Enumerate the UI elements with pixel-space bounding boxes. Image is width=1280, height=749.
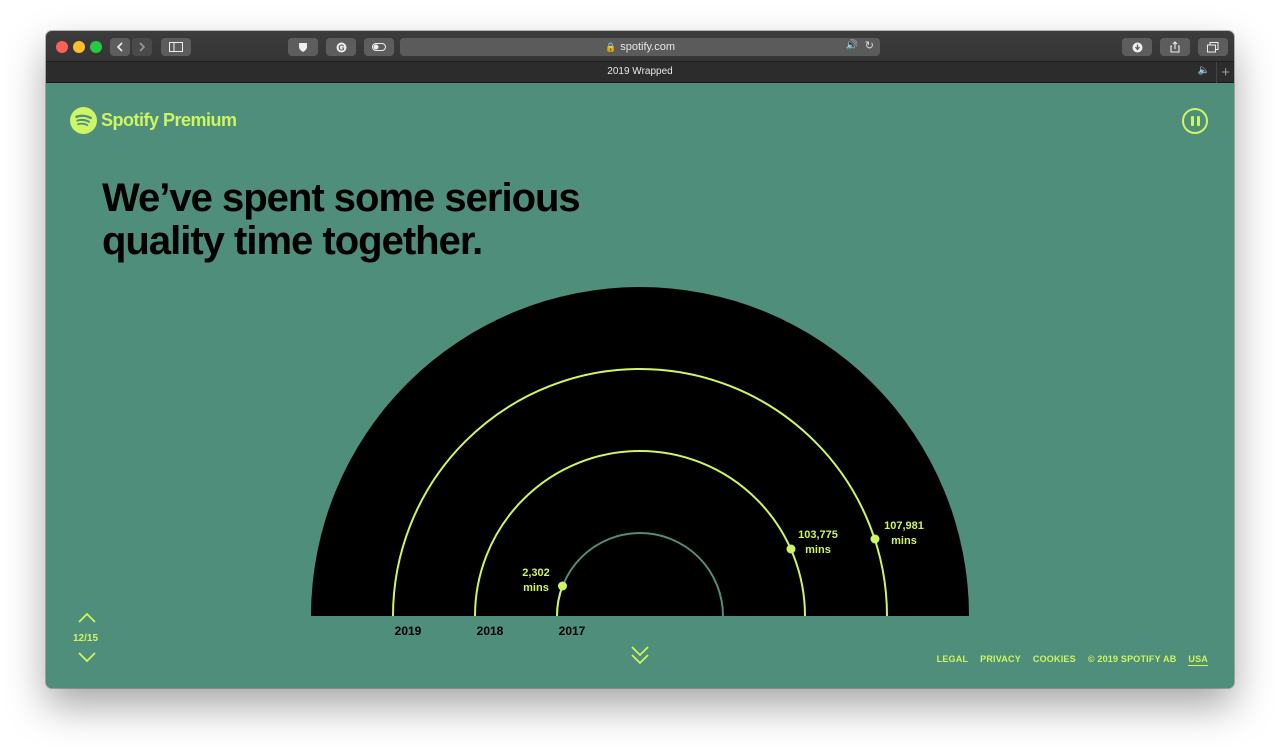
marker-2018 [786,544,796,554]
label-unit-2017: mins [523,582,549,594]
toggle-icon [372,43,386,51]
footer-links: LEGAL PRIVACY COOKIES © 2019 SPOTIFY AB … [937,654,1208,666]
maximize-window-button[interactable] [90,41,102,53]
lock-icon: 🔒 [604,41,617,52]
tab-speaker-icon[interactable]: 🔈 [1198,65,1210,76]
footer-link-legal[interactable]: LEGAL [937,654,969,666]
speaker-icon[interactable]: 🔊 [846,40,858,51]
listening-time-chart: 2,302 mins 103,775 mins 107,981 mins 201… [311,287,969,638]
chevron-right-icon [139,42,146,52]
sidebar-icon [169,42,183,52]
label-value-2017: 2,302 [522,567,550,579]
grammar-icon: G [336,42,346,52]
extension-grammar-button[interactable]: G [326,38,356,56]
footer-region-link[interactable]: USA [1188,654,1208,666]
year-label-2018: 2018 [477,624,504,638]
close-window-button[interactable] [56,41,68,53]
browser-window: G 🔒 spotify.com 🔊 ↻ 2019 Wrapped 🔈 + Spo… [46,31,1234,688]
reload-icon[interactable]: ↻ [865,39,874,52]
tab-overview-button[interactable] [1198,38,1228,56]
minimize-window-button[interactable] [73,41,85,53]
shield-icon [299,42,307,52]
tabs-icon [1207,41,1219,52]
marker-2019 [870,534,880,544]
footer-copyright: © 2019 SPOTIFY AB [1087,654,1177,664]
year-label-2019: 2019 [395,624,422,638]
svg-text:G: G [338,43,344,52]
browser-toolbar: G 🔒 spotify.com 🔊 ↻ [46,31,1234,62]
next-slide-button[interactable] [78,651,96,663]
extension-toggle-button[interactable] [364,38,394,56]
label-value-2019: 107,981 [884,520,924,532]
previous-slide-button[interactable] [78,612,96,624]
address-bar[interactable]: 🔒 spotify.com 🔊 ↻ [400,38,880,56]
tab-bar: 2019 Wrapped 🔈 + [46,62,1234,83]
forward-button[interactable] [132,38,152,56]
back-button[interactable] [110,38,130,56]
downloads-button[interactable] [1122,38,1152,56]
label-unit-2018: mins [805,544,831,556]
active-tab[interactable]: 2019 Wrapped [46,66,1234,77]
extension-shield-button[interactable] [288,38,318,56]
scroll-down-icon[interactable] [630,644,650,666]
footer-link-cookies[interactable]: COOKIES [1033,654,1076,666]
download-icon [1132,42,1142,52]
marker-2017 [558,581,567,591]
label-unit-2019: mins [891,535,917,547]
wrapped-page: Spotify Premium We’ve spent some serious… [46,83,1234,688]
share-icon [1170,41,1180,53]
footer-link-privacy[interactable]: PRIVACY [980,654,1021,666]
label-value-2018: 103,775 [798,529,838,541]
sidebar-toggle-button[interactable] [161,38,191,56]
share-button[interactable] [1160,38,1190,56]
new-tab-button[interactable]: + [1216,62,1230,83]
slide-counter: 12/15 [73,633,99,644]
chevron-left-icon [116,42,123,52]
year-label-2017: 2017 [559,624,586,638]
address-text: spotify.com [620,41,676,53]
